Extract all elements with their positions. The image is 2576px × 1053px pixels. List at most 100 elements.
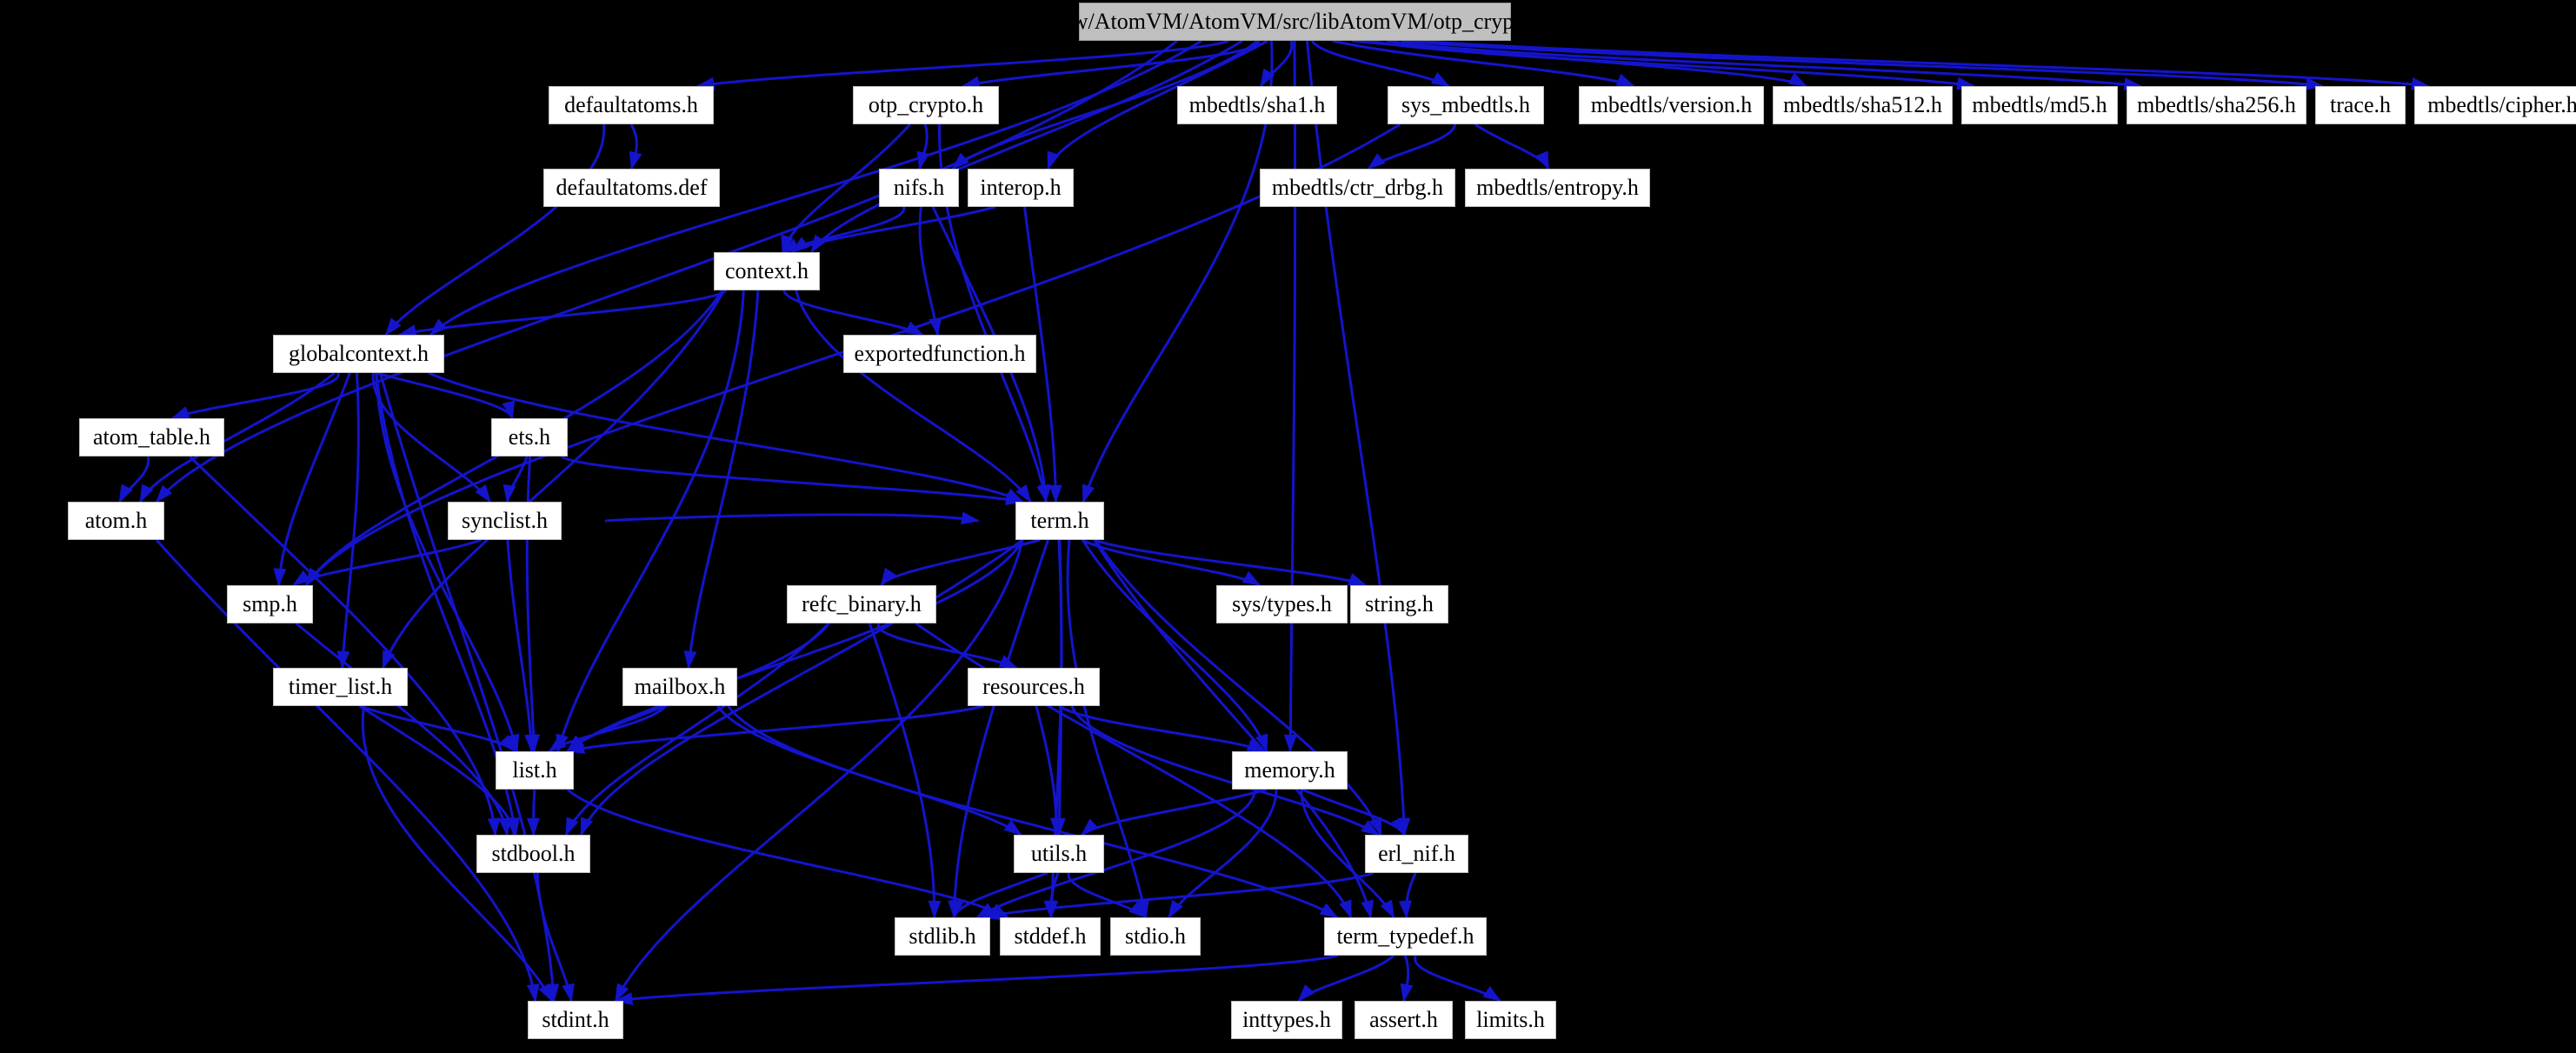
node-label: string.h [1365,591,1434,616]
node-sys-mbedtls-h[interactable]: sys_mbedtls.h [1388,86,1544,124]
node-label: defaultatoms.def [556,175,708,200]
node-label: synclist.h [462,508,548,533]
edge-globalcontext-h-to-ets-h [375,371,515,420]
node-mbedtls-sha1-h[interactable]: mbedtls/sha1.h [1177,86,1337,124]
node-label: mailbox.h [634,674,726,699]
node-refc-binary-h[interactable]: refc_binary.h [787,585,936,623]
edge-otp-crypto-c-to-memory-h [1283,40,1297,753]
edge-refc-binary-h-to-stdbool-h [564,622,830,836]
node-limits-h[interactable]: limits.h [1465,1001,1556,1039]
edge-ets-h-to-term-h [561,455,1024,506]
node-mbedtls-version-h[interactable]: mbedtls/version.h [1579,86,1764,124]
node-stdio-h[interactable]: stdio.h [1110,917,1201,956]
edge-otp-crypto-c-to-mbedtls-md5-h [1368,39,1976,90]
edge-atom-table-h-to-atom-h [118,456,150,503]
edge-nifs-h-to-exportedfunction-h [918,206,942,337]
edge-term-h-to-refc-binary-h [880,538,1041,587]
node-context-h[interactable]: context.h [714,252,820,290]
node-stdint-h[interactable]: stdint.h [528,1001,623,1039]
edge-otp-crypto-c-to-mbedtls-cipher-h [1415,39,2431,90]
edge-otp-crypto-h-to-nifs-h [916,123,930,170]
edge-term-typedef-h-to-assert-h [1400,955,1414,1003]
node-stddef-h[interactable]: stddef.h [1000,917,1101,956]
edge-refc-binary-h-to-stdlib-h [868,623,942,919]
node-utils-h[interactable]: utils.h [1014,835,1104,873]
edge-term-h-to-sys-types-h [1081,538,1261,587]
node-defaultatoms-def[interactable]: defaultatoms.def [543,169,720,207]
edge-defaultatoms-h-to-defaultatoms-def [629,123,642,170]
node-mbedtls-entropy-h[interactable]: mbedtls/entropy.h [1465,169,1650,207]
node-label: term.h [1030,508,1089,533]
node-label: term_typedef.h [1336,923,1474,949]
node-exportedfunction-h[interactable]: exportedfunction.h [843,335,1036,373]
node-label: mbedtls/sha512.h [1783,92,1942,117]
node-otp-crypto-c[interactable]: /__w/AtomVM/AtomVM/src/libAtomVM/otp_cry… [1043,3,1547,41]
node-defaultatoms-h[interactable]: defaultatoms.h [549,86,714,124]
edge-synclist-h-to-smp-h [292,538,482,587]
edge-globalcontext-h-to-synclist-h [371,372,491,503]
node-label: stdio.h [1124,923,1187,949]
edge-otp-crypto-c-to-mbedtls-sha512-h [1351,39,1807,88]
node-label: stddef.h [1014,923,1087,949]
edge-utils-h-to-stdio-h [1067,872,1148,919]
node-memory-h[interactable]: memory.h [1232,751,1348,790]
node-globalcontext-h[interactable]: globalcontext.h [273,335,444,373]
edge-refc-binary-h-to-resources-h [877,623,1018,670]
edge-otp-crypto-c-to-mbedtls-sha1-h [1260,40,1294,88]
edge-utils-h-to-stddef-h [1043,872,1060,919]
node-synclist-h[interactable]: synclist.h [448,502,562,540]
node-smp-h[interactable]: smp.h [227,585,313,623]
node-timer-list-h[interactable]: timer_list.h [273,668,408,706]
edge-term-h-to-list-h [566,539,1024,753]
node-atom-h[interactable]: atom.h [68,502,164,540]
node-label: mbedtls/sha1.h [1188,92,1326,117]
edge-memory-h-to-stdio-h [1168,789,1278,919]
node-inttypes-h[interactable]: inttypes.h [1231,1001,1342,1039]
node-interop-h[interactable]: interop.h [968,169,1074,207]
edge-otp-crypto-c-to-mbedtls-version-h [1332,39,1635,88]
node-term-typedef-h[interactable]: term_typedef.h [1324,917,1487,956]
node-label: defaultatoms.h [564,92,698,117]
node-nifs-h[interactable]: nifs.h [879,169,959,207]
node-label: exportedfunction.h [854,341,1026,366]
node-mbedtls-ctr-drbg-h[interactable]: mbedtls/ctr_drbg.h [1260,169,1455,207]
node-atom-table-h[interactable]: atom_table.h [79,418,224,457]
node-label: mbedtls/sha256.h [2137,92,2296,117]
node-ets-h[interactable]: ets.h [491,418,568,457]
node-label: mbedtls/md5.h [1972,92,2107,117]
node-erl-nif-h[interactable]: erl_nif.h [1365,835,1468,873]
edge-sys-mbedtls-h-to-mbedtls-ctr-drbg-h [1367,123,1457,170]
node-otp-crypto-h[interactable]: otp_crypto.h [853,86,999,124]
node-assert-h[interactable]: assert.h [1355,1001,1453,1039]
node-resources-h[interactable]: resources.h [968,668,1100,706]
node-label: otp_crypto.h [868,92,984,117]
node-mbedtls-cipher-h[interactable]: mbedtls/cipher.h [2414,86,2576,124]
node-sys-types-h[interactable]: sys/types.h [1216,585,1348,623]
edge-smp-h-to-stdbool-h [295,622,512,836]
edge-timer-list-h-to-list-h [359,704,516,753]
edge-ets-h-to-list-h [525,456,541,753]
node-term-h[interactable]: term.h [1015,502,1104,540]
node-mbedtls-sha256-h[interactable]: mbedtls/sha256.h [2127,86,2306,124]
edge-stdbool-h-to-stdint-h [536,872,575,1003]
node-mailbox-h[interactable]: mailbox.h [622,668,737,706]
node-string-h[interactable]: string.h [1350,585,1448,623]
edge-term-h-to-erl-nif-h [1094,539,1382,836]
edge-memory-h-to-utils-h [1081,788,1268,836]
edge-synclist-h-to-term-h [604,511,980,525]
node-list-h[interactable]: list.h [496,751,574,790]
node-mbedtls-sha512-h[interactable]: mbedtls/sha512.h [1773,86,1953,124]
node-trace-h[interactable]: trace.h [2315,86,2406,124]
edge-context-h-to-mailbox-h [683,290,760,670]
node-label: mbedtls/version.h [1590,92,1753,117]
node-stdlib-h[interactable]: stdlib.h [895,917,990,956]
edge-term-h-to-memory-h [1082,539,1268,753]
edge-sys-mbedtls-h-to-mbedtls-entropy-h [1474,123,1550,170]
edge-globalcontext-h-to-timer-list-h [336,372,360,670]
node-label: mbedtls/ctr_drbg.h [1271,175,1444,200]
edge-otp-crypto-c-to-trace-h [1401,39,2325,90]
edge-memory-h-to-erl-nif-h [1301,788,1406,836]
node-stdbool-h[interactable]: stdbool.h [476,835,590,873]
edge-otp-crypto-c-to-erl-nif-h [1306,40,1411,836]
node-mbedtls-md5-h[interactable]: mbedtls/md5.h [1961,86,2118,124]
